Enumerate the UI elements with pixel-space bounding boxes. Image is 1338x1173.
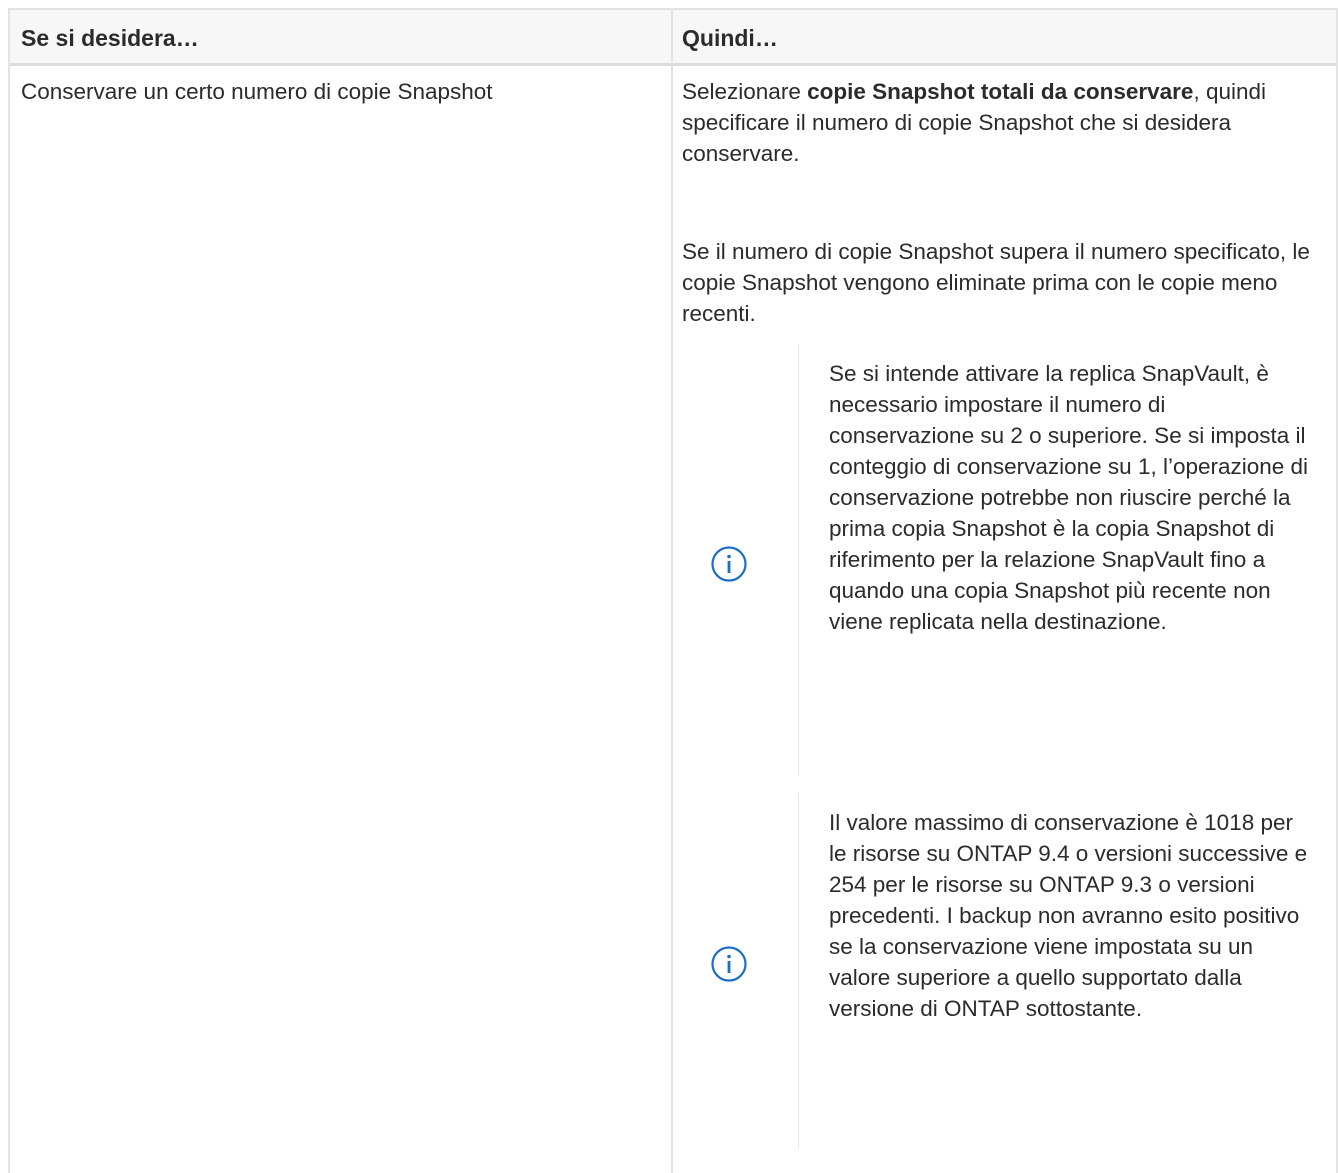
options-table: Se si desidera… Quindi… Conservare un ce… [8,8,1338,1173]
table-header-row: Se si desidera… Quindi… [8,8,1338,66]
note-text: Se si intende attivare la replica SnapVa… [829,361,1309,634]
condition-cell: Conservare un certo numero di copie Snap… [21,79,493,104]
info-icon [711,546,747,582]
action-intro-bold: copie Snapshot totali da conservare [807,79,1194,104]
column-header-condition: Se si desidera… [21,25,199,51]
action-intro-paragraph: Selezionare copie Snapshot totali da con… [682,76,1327,169]
note-divider [798,793,799,1148]
info-icon [711,946,747,982]
column-header-action: Quindi… [682,25,778,51]
action-intro-prefix: Selezionare [682,79,808,104]
table-border-left [8,8,10,1173]
note-text: Il valore massimo di conservazione è 101… [829,810,1308,1021]
action-detail-paragraph: Se il numero di copie Snapshot supera il… [682,239,1310,326]
note-replication: Se si intende attivare la replica SnapVa… [682,344,1322,776]
note-max-retention: Il valore massimo di conservazione è 101… [682,793,1322,1148]
table-border-top [8,8,1338,10]
column-divider [671,8,673,1173]
note-divider [798,344,799,776]
